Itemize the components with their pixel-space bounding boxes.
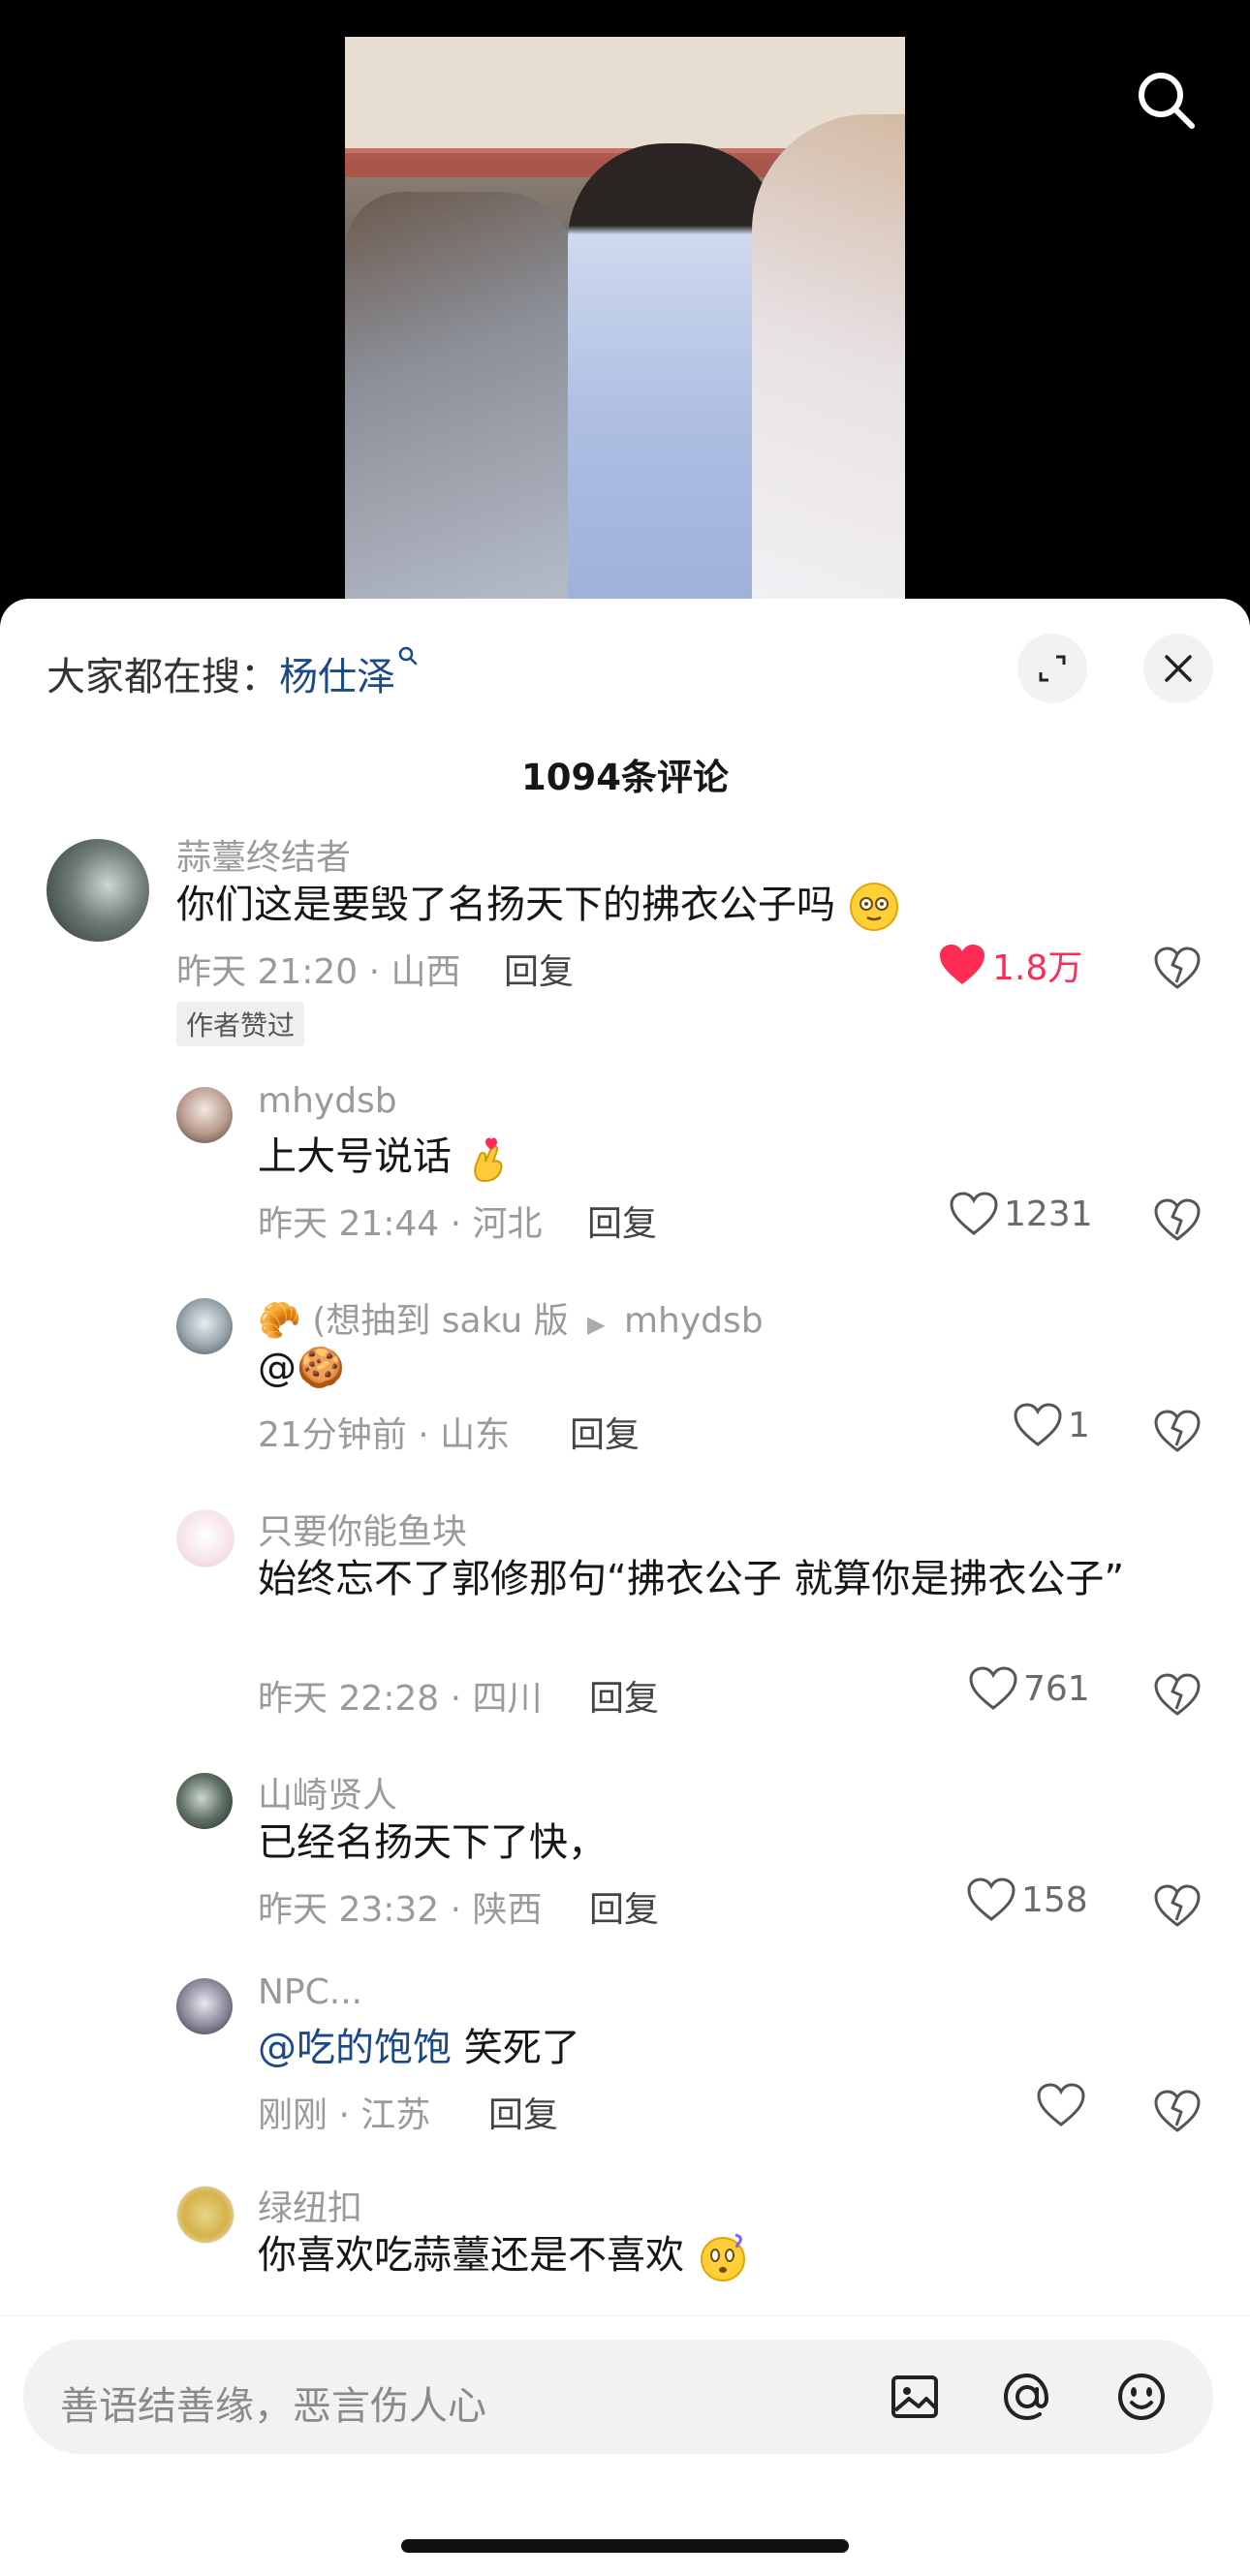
dislike-icon[interactable] bbox=[1153, 1407, 1202, 1455]
expand-button[interactable] bbox=[1017, 634, 1087, 703]
comment-text: @🍪 bbox=[258, 1346, 345, 1390]
comment-input-bar: 善语结善缘，恶言伤人心 bbox=[0, 2315, 1250, 2576]
like-button[interactable]: 1231 bbox=[950, 1192, 1093, 1236]
comment-text: 你们这是要毁了名扬天下的拂衣公子吗 bbox=[176, 878, 900, 933]
comment-time-location: 刚刚 · 江苏 bbox=[258, 2095, 431, 2135]
close-button[interactable] bbox=[1143, 634, 1213, 703]
comment-body: 上大号说话 bbox=[258, 1134, 452, 1179]
comment-username[interactable]: 绿纽扣 bbox=[258, 2180, 362, 2230]
comment-sheet: 大家都在搜：杨仕泽 1094条评论 蒜薹终结者 你们这是要毁了名扬天下的拂衣公子… bbox=[0, 599, 1250, 2575]
comment-username[interactable]: NPC... bbox=[258, 1972, 362, 2012]
like-button[interactable]: 761 bbox=[969, 1666, 1090, 1711]
comment-count: 1094条评论 bbox=[521, 757, 729, 798]
heart-outline-icon bbox=[950, 1192, 998, 1235]
comment-text: 上大号说话 bbox=[258, 1130, 516, 1185]
comment-text: @吃的饱饱 笑死了 bbox=[258, 2021, 580, 2075]
comment-time-location: 昨天 23:32 · 陕西 bbox=[258, 1890, 543, 1930]
avatar[interactable] bbox=[176, 1773, 233, 1829]
reply-button[interactable]: 回复 bbox=[570, 1407, 640, 1457]
expand-icon bbox=[1039, 655, 1066, 682]
comment-username[interactable]: 只要你能鱼块 bbox=[258, 1504, 467, 1554]
avatar[interactable] bbox=[176, 1978, 233, 2034]
emoji-icon[interactable] bbox=[1110, 2366, 1172, 2428]
close-icon bbox=[1165, 655, 1192, 682]
author-liked-badge: 作者赞过 bbox=[176, 1002, 305, 1046]
like-button[interactable]: 1.8万 bbox=[938, 940, 1082, 990]
video-person-right bbox=[752, 114, 905, 599]
dislike-icon[interactable] bbox=[1153, 1195, 1202, 1244]
like-button[interactable] bbox=[1037, 2083, 1085, 2127]
comment-text: 始终忘不了郭修那句“拂衣公子 就算你是拂衣公子” bbox=[258, 1557, 1125, 1601]
reply-button[interactable]: 回复 bbox=[488, 2087, 558, 2137]
comment-body: 笑死了 bbox=[452, 2026, 580, 2070]
video-person-center bbox=[568, 143, 781, 599]
avatar[interactable] bbox=[176, 1509, 234, 1567]
avatar[interactable] bbox=[176, 2186, 234, 2244]
like-count: 158 bbox=[1021, 1879, 1088, 1920]
thinking-emoji-icon bbox=[700, 2233, 745, 2281]
like-button[interactable]: 1 bbox=[1014, 1403, 1090, 1447]
reply-arrow-icon: ▶ bbox=[587, 1311, 606, 1338]
hot-search-keyword[interactable]: 杨仕泽 bbox=[279, 655, 395, 699]
heart-filled-icon bbox=[940, 945, 984, 984]
at-mention-icon[interactable] bbox=[996, 2366, 1058, 2428]
finger-heart-emoji-icon bbox=[474, 1137, 503, 1183]
home-indicator[interactable] bbox=[401, 2539, 849, 2553]
comment-username[interactable]: 山崎贤人 bbox=[258, 1767, 397, 1817]
video-player[interactable] bbox=[0, 0, 1250, 639]
comment-time-location: 昨天 21:44 · 河北 bbox=[258, 1204, 543, 1244]
avatar[interactable] bbox=[176, 1087, 233, 1143]
like-count: 1.8万 bbox=[992, 948, 1083, 988]
heart-outline-icon bbox=[1014, 1403, 1062, 1446]
dislike-icon[interactable] bbox=[1153, 1670, 1202, 1719]
avatar[interactable] bbox=[47, 839, 149, 942]
comment-username[interactable]: 🥐 (想抽到 saku 版 ▶ mhydsb bbox=[258, 1292, 764, 1343]
like-count: 1231 bbox=[1004, 1194, 1093, 1234]
comment-time-location: 昨天 22:28 · 四川 bbox=[258, 1679, 543, 1719]
dislike-icon[interactable] bbox=[1153, 2087, 1202, 2135]
image-icon[interactable] bbox=[884, 2366, 946, 2428]
reply-button[interactable]: 回复 bbox=[589, 1670, 659, 1721]
heart-outline-icon bbox=[969, 1666, 1017, 1710]
comment-body: 你喜欢吃蒜薹还是不喜欢 bbox=[258, 2233, 684, 2278]
comment-time-location: 21分钟前 · 山东 bbox=[258, 1415, 511, 1455]
reply-button[interactable]: 回复 bbox=[587, 1195, 657, 1246]
avatar[interactable] bbox=[176, 1298, 233, 1354]
comment-time-location: 昨天 21:20 · 山西 bbox=[176, 952, 461, 992]
video-frame bbox=[345, 37, 905, 599]
comment-text: 已经名扬天下了快， bbox=[258, 1820, 607, 1865]
dislike-icon[interactable] bbox=[1153, 1881, 1202, 1930]
hot-search-prefix: 大家都在搜： bbox=[47, 655, 279, 699]
dislike-icon[interactable] bbox=[1153, 944, 1202, 992]
comment-username-text: 🥐 (想抽到 saku 版 bbox=[258, 1301, 569, 1341]
video-person-left bbox=[345, 192, 578, 599]
hot-search-bar[interactable]: 大家都在搜：杨仕泽 bbox=[47, 645, 419, 701]
magnifier-icon bbox=[398, 646, 418, 666]
heart-outline-icon bbox=[967, 1878, 1016, 1921]
reply-to-username[interactable]: mhydsb bbox=[624, 1301, 764, 1341]
comment-username[interactable]: 蒜薹终结者 bbox=[176, 829, 351, 880]
search-icon[interactable] bbox=[1132, 66, 1202, 136]
dazed-emoji-icon bbox=[849, 883, 898, 931]
like-count: 1 bbox=[1068, 1405, 1090, 1445]
heart-outline-icon bbox=[1037, 2083, 1085, 2126]
comment-input[interactable]: 善语结善缘，恶言伤人心 bbox=[23, 2340, 1213, 2454]
comment-body: 你们这是要毁了名扬天下的拂衣公子吗 bbox=[176, 883, 835, 927]
comment-input-placeholder: 善语结善缘，恶言伤人心 bbox=[60, 2384, 486, 2429]
reply-button[interactable]: 回复 bbox=[504, 944, 574, 994]
mention-link[interactable]: @吃的饱饱 bbox=[258, 2026, 452, 2070]
like-count: 761 bbox=[1023, 1668, 1090, 1709]
reply-button[interactable]: 回复 bbox=[589, 1881, 659, 1932]
comment-username[interactable]: mhydsb bbox=[258, 1081, 397, 1121]
like-button[interactable]: 158 bbox=[967, 1878, 1088, 1922]
comment-text: 你喜欢吃蒜薹还是不喜欢 bbox=[258, 2228, 749, 2283]
